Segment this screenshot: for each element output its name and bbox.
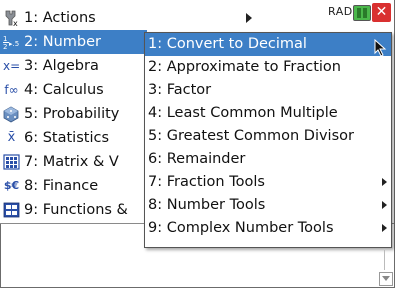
scroll-track: [384, 250, 385, 270]
menu-item-label: 2: Number: [24, 34, 101, 50]
finance-icon: $€: [3, 179, 20, 192]
menu-item-label: 6: Statistics: [24, 130, 110, 146]
submenu-item-greatest-common-divisor[interactable]: 5: Greatest Common Divisor: [145, 125, 391, 148]
submenu-item-label: 3: Factor: [148, 82, 212, 98]
calculus-icon: f∞: [4, 83, 19, 97]
submenu-item-label: 7: Fraction Tools: [148, 174, 265, 190]
menu-item-label: 1: Actions: [24, 10, 96, 26]
submenu-item-number-tools[interactable]: 8: Number Tools: [145, 194, 391, 217]
submenu-item-label: 8: Number Tools: [148, 197, 266, 213]
svg-text:x: x: [13, 19, 18, 27]
submenu-item-label: 6: Remainder: [148, 151, 246, 167]
submenu-item-convert-to-decimal[interactable]: 1: Convert to Decimal: [145, 33, 391, 56]
submenu-item-label: 4: Least Common Multiple: [148, 105, 338, 121]
menu-item-label: 8: Finance: [24, 178, 99, 194]
actions-icon: x: [3, 9, 20, 28]
submenu-item-label: 2: Approximate to Fraction: [148, 59, 341, 75]
number-submenu: 1: Convert to Decimal 2: Approximate to …: [144, 32, 392, 248]
submenu-item-factor[interactable]: 3: Factor: [145, 79, 391, 102]
submenu-item-remainder[interactable]: 6: Remainder: [145, 148, 391, 171]
svg-text:2: 2: [3, 43, 7, 51]
submenu-item-label: 5: Greatest Common Divisor: [148, 128, 354, 144]
menu-item-label: 5: Probability: [24, 106, 120, 122]
menu-item-label: 3: Algebra: [24, 58, 99, 74]
statistics-icon: x̄: [7, 130, 16, 145]
submenu-item-least-common-multiple[interactable]: 4: Least Common Multiple: [145, 102, 391, 125]
algebra-icon: x=: [3, 59, 21, 73]
menu-item-number[interactable]: 1 2 ▸.5 2: Number: [0, 30, 147, 54]
mouse-pointer-icon: [374, 39, 387, 57]
submenu-item-label: 1: Convert to Decimal: [148, 36, 307, 52]
submenu-item-complex-number-tools[interactable]: 9: Complex Number Tools: [145, 217, 391, 240]
battery-icon: [353, 5, 371, 21]
menu-item-label: 7: Matrix & V: [24, 154, 119, 170]
svg-text:1: 1: [3, 35, 7, 43]
angle-mode-indicator: RAD: [328, 5, 353, 18]
menu-item-label: 9: Functions &: [24, 202, 128, 218]
number-icon: 1 2 ▸.5: [3, 33, 20, 51]
functions-icon: [3, 201, 20, 219]
submenu-arrow-icon: [382, 201, 387, 209]
close-button[interactable]: ✕: [372, 3, 391, 22]
probability-icon: [3, 105, 20, 123]
submenu-arrow-icon: [246, 13, 252, 23]
svg-text:▸.5: ▸.5: [9, 40, 19, 48]
scroll-down-icon[interactable]: [379, 272, 393, 286]
menu-item-label: 4: Calculus: [24, 82, 104, 98]
submenu-arrow-icon: [382, 178, 387, 186]
matrix-icon: [3, 153, 20, 171]
submenu-arrow-icon: [382, 224, 387, 232]
submenu-item-fraction-tools[interactable]: 7: Fraction Tools: [145, 171, 391, 194]
submenu-item-approximate-to-fraction[interactable]: 2: Approximate to Fraction: [145, 56, 391, 79]
submenu-item-label: 9: Complex Number Tools: [148, 220, 334, 236]
